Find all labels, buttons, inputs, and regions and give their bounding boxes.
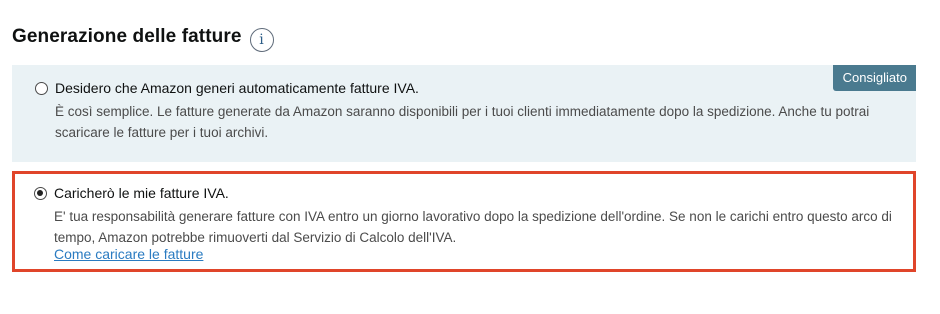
recommended-badge: Consigliato xyxy=(832,65,916,91)
option-auto-description: È così semplice. Le fatture generate da … xyxy=(55,104,870,140)
option-upload-description: E' tua responsabilità generare fatture c… xyxy=(54,209,892,245)
section-title: Generazione delle fatture xyxy=(12,26,242,47)
radio-upload-invoice[interactable] xyxy=(34,187,47,200)
option-upload-label[interactable]: Caricherò le mie fatture IVA. xyxy=(54,185,229,201)
info-icon[interactable]: i xyxy=(249,28,274,52)
how-to-upload-link[interactable]: Come caricare le fatture xyxy=(54,246,203,262)
radio-auto-invoice[interactable] xyxy=(35,82,48,95)
section-header: Generazione delle fatture i xyxy=(12,22,274,52)
option-auto-invoice[interactable]: Consigliato Desidero che Amazon generi a… xyxy=(12,65,916,162)
option-upload-invoice[interactable]: Caricherò le mie fatture IVA. E' tua res… xyxy=(12,171,916,272)
option-auto-label[interactable]: Desidero che Amazon generi automaticamen… xyxy=(55,80,419,96)
